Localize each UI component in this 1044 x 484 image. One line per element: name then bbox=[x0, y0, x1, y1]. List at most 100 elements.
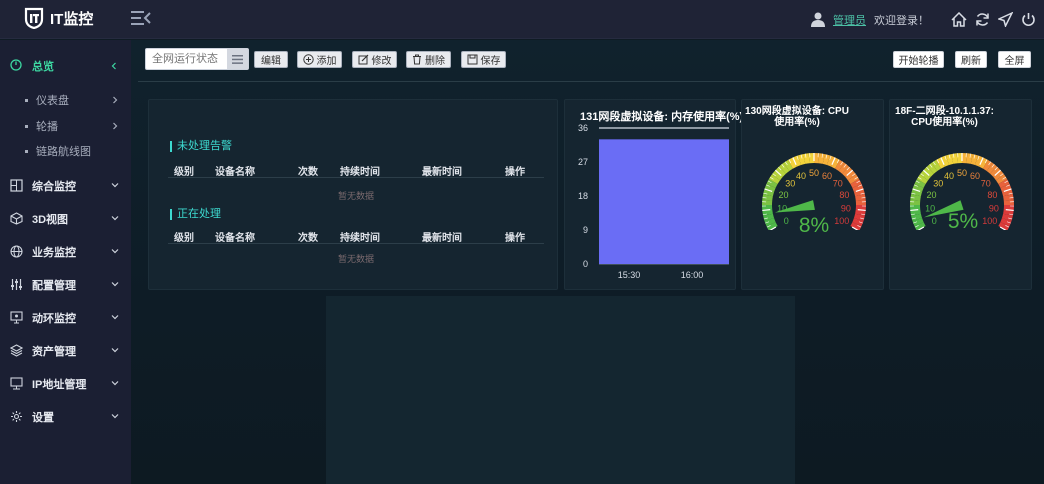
sidebar-item-config-management[interactable]: 配置管理 bbox=[0, 273, 131, 297]
col-count: 次数 bbox=[298, 233, 318, 244]
col-device-name: 设备名称 bbox=[215, 233, 255, 244]
memory-bar-chart: 0 9 18 27 36 15:30 16:00 bbox=[578, 123, 729, 280]
processing-alarms-header: 级别 设备名称 次数 持续时间 最新时间 操作 bbox=[168, 226, 544, 244]
sidebar-item-business-monitoring[interactable]: 业务监控 bbox=[0, 240, 131, 264]
sidebar-item-label: 业务监控 bbox=[32, 247, 76, 259]
chevron-left-icon bbox=[111, 62, 116, 70]
sidebar-item-3d-view[interactable]: 3D视图 bbox=[0, 207, 131, 231]
gauge-tick-label: 40 bbox=[796, 171, 806, 181]
sidebar-subitem-label: 链路航线图 bbox=[36, 146, 91, 158]
col-level: 级别 bbox=[174, 233, 194, 244]
col-actions: 操作 bbox=[505, 167, 525, 178]
sidebar-item-label: 综合监控 bbox=[32, 181, 76, 193]
y-tick-label: 27 bbox=[578, 157, 588, 167]
edit-label: 编辑 bbox=[261, 56, 281, 67]
sidebar-item-label: 动环监控 bbox=[32, 313, 76, 325]
chevron-down-icon bbox=[111, 216, 119, 221]
gauge-tick-label: 50 bbox=[809, 168, 819, 178]
header-actions: 管理员 欢迎登录！ bbox=[811, 0, 1036, 39]
gauge-2-title-line1: 18F-二网段-10.1.1.37: bbox=[895, 106, 994, 117]
save-button[interactable]: 保存 bbox=[461, 51, 506, 68]
bullet-icon bbox=[25, 149, 28, 153]
chevron-down-icon bbox=[111, 282, 119, 287]
sidebar-subitem-link-map[interactable]: 链路航线图 bbox=[0, 141, 131, 161]
sidebar-item-label: 配置管理 bbox=[32, 280, 76, 292]
menu-collapse-icon[interactable] bbox=[130, 9, 152, 27]
refresh-icon[interactable] bbox=[975, 12, 990, 27]
bullet-icon bbox=[25, 124, 28, 128]
save-icon bbox=[467, 54, 477, 65]
gauge-tick bbox=[910, 209, 919, 212]
sidebar-item-label: 设置 bbox=[32, 412, 54, 424]
display-icon bbox=[10, 377, 23, 390]
sidebar-item-label: 资产管理 bbox=[32, 346, 76, 358]
gauge-2-title: 18F-二网段-10.1.1.37: CPU使用率(%) bbox=[893, 106, 996, 128]
power-icon[interactable] bbox=[1021, 12, 1036, 27]
gauge-2-value: 5% bbox=[947, 210, 979, 233]
send-icon[interactable] bbox=[998, 12, 1013, 27]
start-carousel-label: 开始轮播 bbox=[898, 56, 939, 67]
processing-no-data: 暂无数据 bbox=[337, 254, 374, 264]
sidebar-item-label: IP地址管理 bbox=[32, 379, 87, 391]
sidebar-item-environment-monitoring[interactable]: 动环监控 bbox=[0, 306, 131, 330]
sidebar-item-label: 总览 bbox=[32, 61, 54, 73]
delete-button[interactable]: 删除 bbox=[406, 51, 451, 68]
col-duration: 持续时间 bbox=[340, 233, 380, 244]
trash-icon bbox=[413, 54, 421, 65]
user-name-link[interactable]: 管理员 bbox=[833, 12, 866, 28]
chevron-down-icon bbox=[111, 183, 119, 188]
list-icon bbox=[232, 54, 243, 64]
col-level: 级别 bbox=[174, 167, 194, 178]
sidebar-item-settings[interactable]: 设置 bbox=[0, 405, 131, 429]
sliders-icon bbox=[11, 279, 22, 290]
overview-icon bbox=[10, 59, 22, 71]
sidebar-subitem-label: 轮播 bbox=[36, 121, 58, 133]
modify-button[interactable]: 修改 bbox=[352, 51, 397, 68]
sidebar: 总览 仪表盘 轮播 链路航线图 综合监控 3D视图 业务监控 配置管理 动环监控… bbox=[0, 40, 131, 484]
sidebar-item-ip-management[interactable]: IP地址管理 bbox=[0, 372, 131, 396]
user-icon bbox=[811, 12, 825, 27]
sidebar-subitem-label: 仪表盘 bbox=[36, 95, 69, 107]
gauge-tick-label: 20 bbox=[927, 190, 937, 200]
modify-label: 修改 bbox=[371, 56, 392, 67]
bar bbox=[599, 139, 729, 264]
chevron-down-icon bbox=[111, 315, 119, 320]
sidebar-item-overview[interactable]: 总览 bbox=[0, 54, 131, 78]
gauge-tick bbox=[762, 209, 771, 212]
refresh-label: 刷新 bbox=[961, 56, 981, 67]
refresh-button[interactable]: 刷新 bbox=[955, 51, 987, 68]
search-box bbox=[145, 48, 249, 70]
search-list-button[interactable] bbox=[227, 49, 248, 69]
gauge-tick-label: 80 bbox=[839, 190, 849, 200]
home-icon[interactable] bbox=[951, 12, 967, 27]
col-device-name: 设备名称 bbox=[215, 167, 255, 178]
search-input[interactable] bbox=[146, 49, 226, 69]
sidebar-subitem-dashboard[interactable]: 仪表盘 bbox=[0, 90, 131, 110]
sidebar-subitem-carousel[interactable]: 轮播 bbox=[0, 116, 131, 136]
edit-button[interactable]: 编辑 bbox=[254, 51, 288, 68]
chevron-right-icon bbox=[113, 122, 118, 130]
gauge-tick bbox=[1005, 209, 1014, 212]
delete-label: 删除 bbox=[425, 56, 445, 67]
gauge-2-title-line2: CPU使用率(%) bbox=[911, 117, 978, 128]
y-tick-label: 0 bbox=[583, 259, 588, 269]
add-button[interactable]: 添加 bbox=[297, 51, 342, 68]
monitor-icon bbox=[10, 179, 23, 192]
fullscreen-button[interactable]: 全屏 bbox=[998, 51, 1031, 68]
empty-content-panel bbox=[326, 296, 795, 484]
layers-icon bbox=[10, 344, 23, 357]
gauge-tick-label: 60 bbox=[970, 171, 980, 181]
sidebar-item-integrated-monitoring[interactable]: 综合监控 bbox=[0, 174, 131, 198]
chevron-down-icon bbox=[111, 348, 119, 353]
start-carousel-button[interactable]: 开始轮播 bbox=[893, 51, 944, 68]
logo-text: IT监控 bbox=[50, 10, 94, 28]
y-tick-label: 18 bbox=[578, 191, 588, 201]
sidebar-item-asset-management[interactable]: 资产管理 bbox=[0, 339, 131, 363]
gauge-tick-label: 30 bbox=[933, 179, 943, 189]
globe-icon bbox=[10, 245, 23, 258]
gauge-tick-label: 90 bbox=[841, 203, 851, 213]
gauge-tick-label: 40 bbox=[944, 171, 954, 181]
gauge-1-value: 8% bbox=[798, 214, 830, 237]
save-label: 保存 bbox=[480, 56, 501, 67]
gauge-tick-label: 50 bbox=[957, 168, 967, 178]
